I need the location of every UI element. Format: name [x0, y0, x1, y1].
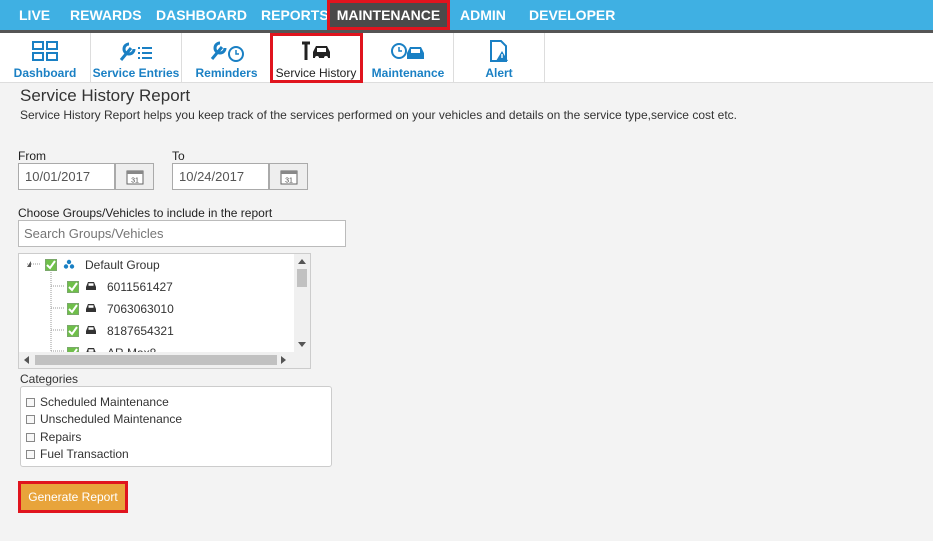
page-description: Service History Report helps you keep tr… — [20, 108, 737, 122]
car-icon — [85, 277, 97, 297]
groups-search-input[interactable] — [18, 220, 346, 247]
tab-alert-label: Alert — [485, 66, 513, 80]
vehicle-label: 7063063010 — [107, 302, 174, 316]
topnav-maintenance[interactable]: MAINTENANCE — [327, 0, 450, 30]
category-label: Scheduled Maintenance — [40, 395, 169, 409]
topnav-developer[interactable]: DEVELOPER — [516, 0, 628, 30]
clock-car-icon — [363, 39, 453, 63]
vehicle-label: 8187654321 — [107, 324, 174, 338]
tab-reminders-label: Reminders — [195, 66, 258, 80]
to-label: To — [172, 149, 185, 163]
tab-dashboard[interactable]: Dashboard — [0, 33, 91, 83]
wrench-car-icon — [270, 39, 362, 63]
generate-report-button[interactable]: Generate Report — [18, 481, 128, 513]
from-label: From — [18, 149, 46, 163]
checked-checkbox-icon[interactable] — [67, 281, 79, 293]
category-label: Fuel Transaction — [40, 447, 129, 461]
tab-alert[interactable]: Alert — [454, 33, 545, 83]
topnav-admin[interactable]: ADMIN — [447, 0, 519, 30]
svg-text:31: 31 — [285, 177, 293, 184]
tab-service-history[interactable]: Service History — [270, 33, 363, 83]
groups-label: Choose Groups/Vehicles to include in the… — [18, 206, 273, 220]
tab-service-history-label: Service History — [275, 66, 357, 80]
tab-dashboard-label: Dashboard — [13, 66, 77, 80]
to-calendar-button[interactable]: 31 — [269, 163, 308, 190]
from-date-input[interactable]: 10/01/2017 — [18, 163, 115, 190]
tree-vertical-scrollbar[interactable] — [294, 254, 310, 352]
checked-checkbox-icon[interactable] — [67, 303, 79, 315]
tab-maintenance-label: Maintenance — [371, 66, 445, 80]
calendar-icon: 31 — [280, 170, 297, 184]
checked-checkbox-icon[interactable] — [67, 325, 79, 337]
tree-group-row[interactable]: Default Group — [45, 255, 160, 275]
svg-text:31: 31 — [131, 177, 139, 184]
maintenance-subnav: Dashboard Service Entries Reminders Serv… — [0, 33, 933, 83]
category-label: Repairs — [40, 430, 82, 444]
tab-maintenance[interactable]: Maintenance — [363, 33, 454, 83]
page-title: Service History Report — [20, 86, 191, 105]
categories-label: Categories — [20, 372, 79, 386]
alert-document-icon — [454, 39, 544, 63]
topnav-live[interactable]: LIVE — [6, 0, 63, 30]
category-unscheduled-maintenance[interactable]: Unscheduled Maintenance — [26, 412, 182, 426]
checkbox[interactable] — [26, 414, 35, 424]
calendar-icon: 31 — [126, 170, 143, 184]
tree-vehicle-row[interactable]: 6011561427 — [67, 277, 173, 297]
checkbox[interactable] — [26, 449, 35, 459]
group-icon — [63, 255, 75, 275]
category-label: Unscheduled Maintenance — [40, 412, 183, 426]
topnav-dashboard[interactable]: DASHBOARD — [143, 0, 260, 30]
dashboard-grid-icon — [0, 39, 90, 63]
checkbox[interactable] — [26, 432, 35, 442]
category-fuel-transaction[interactable]: Fuel Transaction — [26, 447, 129, 461]
car-icon — [85, 321, 97, 341]
vehicle-label: 6011561427 — [107, 280, 173, 294]
checked-checkbox-icon[interactable] — [45, 259, 57, 271]
wrench-clock-icon — [182, 39, 271, 63]
wrench-list-icon — [91, 39, 181, 63]
tab-service-entries[interactable]: Service Entries — [91, 33, 182, 83]
tab-service-entries-label: Service Entries — [92, 66, 180, 80]
categories-list: Scheduled Maintenance Unscheduled Mainte… — [20, 386, 332, 467]
checkbox[interactable] — [26, 397, 35, 407]
tab-reminders[interactable]: Reminders — [182, 33, 272, 83]
to-date-input[interactable]: 10/24/2017 — [172, 163, 269, 190]
category-scheduled-maintenance[interactable]: Scheduled Maintenance — [26, 395, 169, 409]
tree-vehicle-row[interactable]: 7063063010 — [67, 299, 174, 319]
tree-vehicle-row[interactable]: 8187654321 — [67, 321, 174, 341]
car-icon — [85, 299, 97, 319]
category-repairs[interactable]: Repairs — [26, 430, 81, 444]
topnav-rewards[interactable]: REWARDS — [57, 0, 155, 30]
tree-horizontal-scrollbar[interactable] — [19, 352, 310, 368]
tree-group-label: Default Group — [85, 258, 160, 272]
top-navigation-bar: LIVE REWARDS DASHBOARD REPORTS MAINTENAN… — [0, 0, 933, 33]
from-calendar-button[interactable]: 31 — [115, 163, 154, 190]
groups-vehicles-tree: Default Group 6011561427 7063063010 8187… — [18, 253, 311, 369]
